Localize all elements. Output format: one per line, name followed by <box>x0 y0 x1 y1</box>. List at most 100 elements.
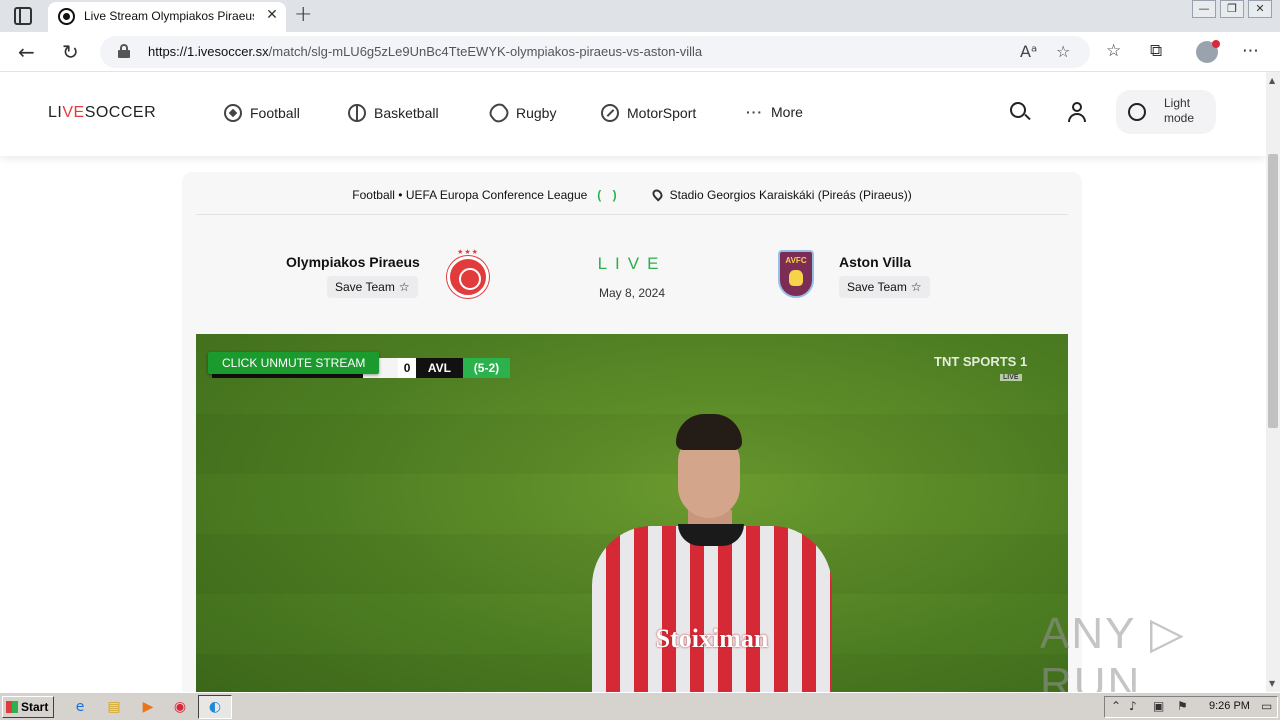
favorites-icon[interactable]: ☆ <box>1106 41 1121 61</box>
internet-explorer-icon[interactable]: e <box>70 697 90 717</box>
read-aloud-icon[interactable]: Aᵃ <box>1020 42 1037 61</box>
star-icon: ☆ <box>398 280 410 294</box>
nav-more[interactable]: ··· More <box>746 104 803 120</box>
browser-tab-bar: Live Stream Olympiakos Piraeus vs Aston … <box>0 0 1280 32</box>
logo-part: LI <box>48 104 63 121</box>
star-icon: ☆ <box>910 280 922 294</box>
aston-villa-crest[interactable]: AVFC <box>778 250 814 298</box>
save-team-label: Save Team <box>847 280 907 294</box>
nav-label: MotorSport <box>627 105 697 121</box>
tab-actions-icon[interactable] <box>14 7 32 25</box>
broadcaster-logo: TNT SPORTS 1 LIVE <box>934 354 1044 386</box>
url-path: /match/slg-mLU6g5zLe9UnBc4TteEWYK-olympi… <box>268 44 703 59</box>
windows-taskbar: Start e ▤ ▶ ◉ ◐ ⌃ ♪ ▣ ⚑ 9:26 PM ▭ <box>0 692 1280 720</box>
player-shirt <box>592 526 832 692</box>
shirt-sponsor: Stoiximan <box>655 624 769 653</box>
browser-tab[interactable]: Live Stream Olympiakos Piraeus vs Aston … <box>48 2 286 32</box>
page-viewport: LIVESOCCER Football Basketball Rugby Mot… <box>0 72 1266 692</box>
search-icon[interactable] <box>1010 102 1031 122</box>
lion-icon <box>789 270 803 286</box>
nav-football[interactable]: Football <box>224 104 300 122</box>
nav-label: More <box>771 104 803 120</box>
profile-avatar[interactable] <box>1196 40 1220 63</box>
clock[interactable]: 9:26 PM <box>1209 700 1250 712</box>
match-date: May 8, 2024 <box>598 286 666 300</box>
minimize-button[interactable]: — <box>1192 0 1216 18</box>
site-header: LIVESOCCER Football Basketball Rugby Mot… <box>0 72 1266 156</box>
lock-icon[interactable] <box>118 44 130 58</box>
flag-icon[interactable]: ⚑ <box>1177 699 1188 713</box>
tab-title: Live Stream Olympiakos Piraeus vs Aston … <box>84 9 254 23</box>
collections-icon[interactable]: ⧉ <box>1150 41 1162 61</box>
crest-badge <box>447 256 489 298</box>
close-tab-icon[interactable]: ✕ <box>264 7 280 23</box>
url-field[interactable]: https://1.ivesoccer.sx/match/slg-mLU6g5z… <box>100 36 1090 68</box>
system-tray: ⌃ ♪ ▣ ⚑ 9:26 PM ▭ <box>1104 696 1278 718</box>
scoreboard-score: 0 <box>398 358 416 378</box>
location-pin-icon <box>650 187 665 202</box>
soccer-ball-favicon-icon <box>58 8 75 25</box>
competition-label: Football • UEFA Europa Conference League <box>352 188 588 202</box>
scoreboard-aggregate: (5-2) <box>462 358 510 378</box>
broadcaster-name: TNT SPORTS 1 <box>934 354 1028 369</box>
tray-expand-icon[interactable]: ⌃ <box>1111 699 1121 713</box>
divider <box>196 214 1068 215</box>
scoreboard-away-team: AVL <box>415 358 463 378</box>
refresh-icon[interactable]: ↻ <box>62 40 79 64</box>
home-team-name[interactable]: Olympiakos Piraeus <box>286 254 420 270</box>
media-player-icon[interactable]: ▶ <box>138 697 158 717</box>
more-dots-icon: ··· <box>746 104 763 120</box>
nav-basketball[interactable]: Basketball <box>348 104 439 122</box>
url-text: https://1.ivesoccer.sx/match/slg-mLU6g5z… <box>148 44 702 59</box>
player-figure: Stoiximan <box>582 414 832 692</box>
save-away-team-button[interactable]: Save Team ☆ <box>839 276 930 298</box>
nav-label: Rugby <box>516 105 557 121</box>
scroll-up-arrow-icon[interactable]: ▲ <box>1269 76 1275 85</box>
user-account-icon[interactable] <box>1068 102 1086 124</box>
add-favorite-icon[interactable]: ☆ <box>1056 42 1070 61</box>
file-explorer-icon[interactable]: ▤ <box>104 697 124 717</box>
competition-round: ( ) <box>597 188 621 202</box>
match-card: Football • UEFA Europa Conference League… <box>182 172 1082 692</box>
light-mode-toggle[interactable]: Light mode <box>1116 90 1216 134</box>
edge-taskbar-button[interactable]: ◐ <box>198 695 232 719</box>
address-bar-row: ← ↻ https://1.ivesoccer.sx/match/slg-mLU… <box>0 32 1280 72</box>
settings-more-icon[interactable]: ⋯ <box>1242 41 1259 61</box>
show-desktop-icon[interactable]: ▭ <box>1261 699 1272 713</box>
player-hair <box>676 414 742 450</box>
video-player[interactable]: 0 AVL (5-2) CLICK UNMUTE STREAM TNT SPOR… <box>196 334 1068 692</box>
save-home-team-button[interactable]: Save Team ☆ <box>327 276 418 298</box>
sun-icon <box>1128 103 1146 121</box>
mode-label: Light mode <box>1164 96 1195 125</box>
match-breadcrumb: Football • UEFA Europa Conference League… <box>182 187 1082 202</box>
football-icon <box>224 104 242 122</box>
scroll-down-arrow-icon[interactable]: ▼ <box>1269 679 1275 688</box>
new-tab-button[interactable]: + <box>294 2 312 27</box>
basketball-icon <box>348 104 366 122</box>
olympiakos-crest[interactable]: ★★★ <box>446 248 490 302</box>
motorsport-icon <box>601 104 619 122</box>
away-team-name[interactable]: Aston Villa <box>839 254 911 270</box>
broadcaster-live-tag: LIVE <box>1000 374 1022 381</box>
network-icon[interactable]: ▣ <box>1153 699 1164 713</box>
venue-label: Stadio Georgios Karaiskáki (Pireás (Pira… <box>669 188 912 202</box>
start-button[interactable]: Start <box>2 696 54 718</box>
volume-icon[interactable]: ♪ <box>1129 699 1137 713</box>
back-arrow-icon[interactable]: ← <box>18 40 35 64</box>
live-status: LIVE <box>597 254 667 273</box>
nav-label: Football <box>250 105 300 121</box>
nav-rugby[interactable]: Rugby <box>486 100 557 126</box>
nav-motorsport[interactable]: MotorSport <box>601 104 696 122</box>
vertical-scrollbar[interactable]: ▲ ▼ <box>1266 72 1280 692</box>
chrome-icon[interactable]: ◉ <box>170 697 190 717</box>
close-window-button[interactable]: ✕ <box>1248 0 1272 18</box>
window-controls: — ❐ ✕ <box>1192 0 1272 18</box>
scroll-thumb[interactable] <box>1268 154 1278 428</box>
crest-stars: ★★★ <box>457 248 479 256</box>
site-logo[interactable]: LIVESOCCER <box>48 104 156 122</box>
unmute-stream-button[interactable]: CLICK UNMUTE STREAM <box>208 352 380 374</box>
nav-label: Basketball <box>374 105 439 121</box>
restore-button[interactable]: ❐ <box>1220 0 1244 18</box>
windows-logo-icon <box>6 701 18 713</box>
save-team-label: Save Team <box>335 280 395 294</box>
